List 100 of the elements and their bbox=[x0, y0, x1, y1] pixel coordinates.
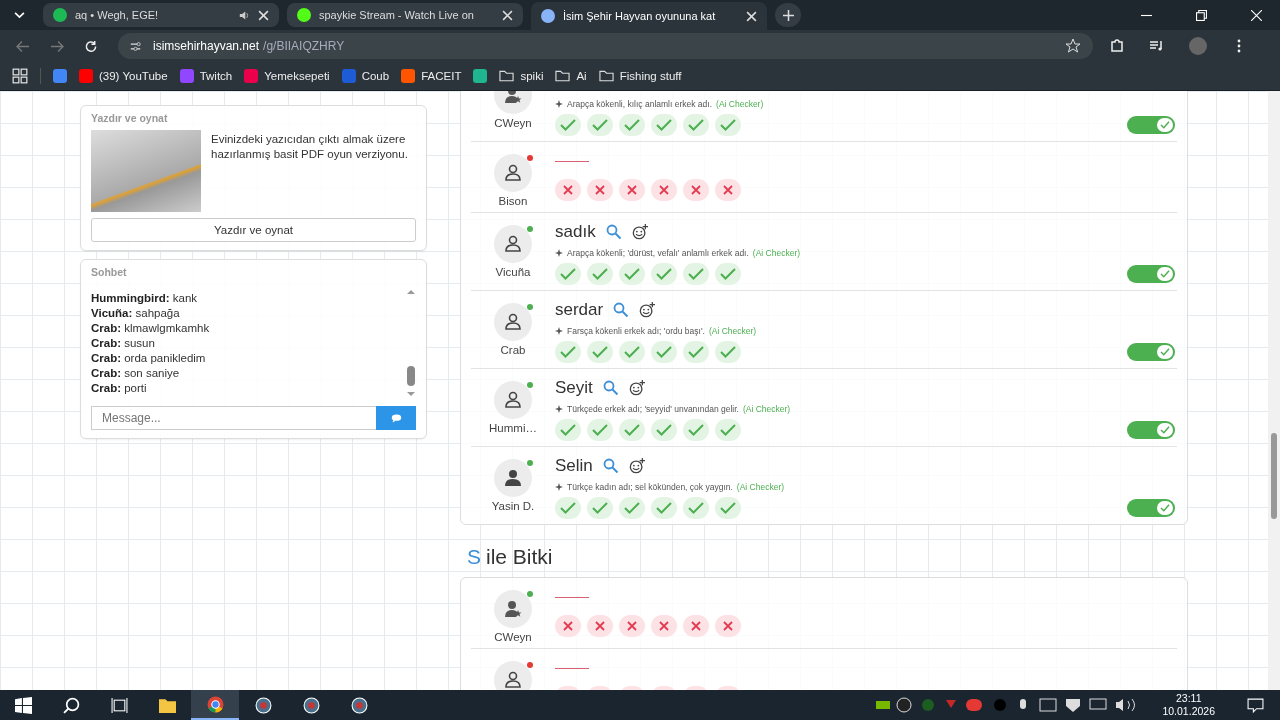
bookmark[interactable]: Yemeksepeti bbox=[244, 69, 330, 83]
speaker-icon[interactable] bbox=[239, 9, 250, 21]
bookmark[interactable]: (39) YouTube bbox=[79, 69, 168, 83]
user-star-icon bbox=[504, 91, 522, 104]
tab-title: aq • Wegh, EGE! bbox=[75, 9, 160, 21]
address-bar[interactable]: isimsehirhayvan.net /g/BIIAIQZHRY bbox=[118, 33, 1093, 59]
cross-icon bbox=[563, 621, 573, 631]
chat-message: Hummingbird: kank bbox=[91, 291, 199, 306]
sparkle-icon bbox=[555, 327, 563, 335]
clock-time[interactable]: 23:11 bbox=[1175, 692, 1202, 705]
answer-description: Arapça kökenli, kılıç anlamlı erkek adı. bbox=[567, 99, 713, 109]
app-icon bbox=[254, 696, 272, 714]
bookmark[interactable]: Twitch bbox=[179, 69, 233, 83]
close-icon[interactable] bbox=[502, 9, 513, 21]
check-icon bbox=[592, 502, 608, 514]
taskbar-app[interactable] bbox=[191, 690, 239, 720]
user-icon bbox=[504, 671, 522, 689]
check-icon bbox=[1160, 270, 1170, 278]
answer-word: sadık bbox=[555, 222, 596, 242]
message-field[interactable]: Message... bbox=[91, 406, 376, 430]
answer-description: Türkçede erkek adı; 'seyyid' unvanından gelir. bbox=[567, 404, 739, 414]
app-icon bbox=[350, 696, 368, 714]
bookmark[interactable]: spiki bbox=[499, 70, 544, 82]
clock-date[interactable]: 10.01.2026 bbox=[1162, 705, 1215, 718]
search-icon[interactable] bbox=[605, 224, 622, 240]
folder-icon bbox=[555, 70, 571, 82]
answer-word: serdar bbox=[555, 300, 604, 320]
search-icon bbox=[62, 696, 80, 714]
add-reaction-icon[interactable] bbox=[639, 302, 656, 318]
star-icon[interactable] bbox=[1065, 38, 1081, 54]
cross-icon bbox=[659, 185, 669, 195]
close-icon[interactable] bbox=[746, 10, 757, 22]
browser-tab[interactable]: spaykie Stream - Watch Live on bbox=[287, 3, 523, 27]
card-title: Sohbet bbox=[91, 266, 128, 278]
answer-word: Seyit bbox=[555, 378, 593, 398]
accept-toggle[interactable] bbox=[1127, 343, 1175, 361]
accept-toggle[interactable] bbox=[1127, 265, 1175, 283]
cross-icon bbox=[691, 621, 701, 631]
restore-icon[interactable] bbox=[1196, 9, 1207, 21]
check-icon bbox=[592, 119, 608, 131]
check-icon bbox=[1160, 348, 1170, 356]
extensions-icon[interactable] bbox=[1109, 38, 1125, 54]
page-scrollbar[interactable] bbox=[1268, 91, 1280, 690]
send-button[interactable] bbox=[376, 406, 416, 430]
check-icon bbox=[688, 424, 704, 436]
add-reaction-icon[interactable] bbox=[628, 458, 645, 474]
cross-icon bbox=[595, 185, 605, 195]
check-icon bbox=[656, 119, 672, 131]
add-reaction-icon[interactable] bbox=[628, 380, 645, 396]
notifications-icon[interactable] bbox=[1247, 696, 1264, 714]
check-icon bbox=[624, 424, 640, 436]
tab-list-icon[interactable] bbox=[14, 11, 25, 19]
close-icon[interactable] bbox=[258, 9, 269, 21]
windows-start-icon[interactable] bbox=[15, 696, 32, 714]
bookmark-icon[interactable] bbox=[473, 69, 488, 83]
empty-answer-line bbox=[555, 667, 589, 669]
new-tab-button[interactable] bbox=[775, 3, 801, 27]
empty-answer-line bbox=[555, 596, 589, 598]
answer-word: Selin bbox=[555, 456, 593, 476]
forward-icon[interactable] bbox=[50, 39, 64, 53]
accept-toggle[interactable] bbox=[1127, 116, 1175, 134]
check-icon bbox=[592, 346, 608, 358]
bookmark[interactable]: Fishing stuff bbox=[598, 70, 682, 82]
sparkle-icon bbox=[555, 100, 563, 108]
cross-icon bbox=[563, 185, 573, 195]
check-icon bbox=[1160, 426, 1170, 434]
check-icon bbox=[560, 119, 576, 131]
user-icon bbox=[504, 391, 522, 409]
print-button[interactable]: Yazdır ve oynat bbox=[91, 218, 416, 242]
accept-toggle[interactable] bbox=[1127, 499, 1175, 517]
chat-message: Crab: son saniye bbox=[91, 366, 181, 381]
browser-tab[interactable]: İsim Şehir Hayvan oyununa kat bbox=[531, 2, 767, 30]
browser-tab[interactable]: aq • Wegh, EGE! bbox=[43, 3, 279, 27]
answer-description: Türkçe kadın adı; sel kökünden, çok yaygın. bbox=[567, 482, 733, 492]
sparkle-icon bbox=[555, 405, 563, 413]
folder-icon bbox=[158, 696, 176, 714]
bookmark[interactable]: FACEIT bbox=[401, 69, 462, 83]
search-icon[interactable] bbox=[613, 302, 630, 318]
bookmark[interactable]: Ai bbox=[555, 70, 587, 82]
check-icon bbox=[624, 346, 640, 358]
sparkle-icon bbox=[555, 483, 563, 491]
reload-icon[interactable] bbox=[84, 39, 98, 53]
cross-icon bbox=[627, 185, 637, 195]
check-icon bbox=[720, 268, 736, 280]
add-reaction-icon[interactable] bbox=[631, 224, 648, 240]
apps-grid-icon[interactable] bbox=[12, 68, 28, 84]
url-path: /g/BIIAIQZHRY bbox=[263, 39, 345, 53]
back-icon[interactable] bbox=[16, 39, 30, 53]
url-domain: isimsehirhayvan.net bbox=[153, 39, 260, 53]
accept-toggle[interactable] bbox=[1127, 421, 1175, 439]
bookmark[interactable]: Coub bbox=[341, 69, 390, 83]
check-icon bbox=[1160, 121, 1170, 129]
check-icon bbox=[624, 119, 640, 131]
user-star-icon bbox=[504, 600, 522, 618]
search-icon[interactable] bbox=[602, 458, 619, 474]
search-icon[interactable] bbox=[602, 380, 619, 396]
check-icon bbox=[688, 502, 704, 514]
user-icon bbox=[504, 235, 522, 253]
site-settings-icon[interactable] bbox=[130, 40, 141, 52]
check-icon bbox=[720, 424, 736, 436]
